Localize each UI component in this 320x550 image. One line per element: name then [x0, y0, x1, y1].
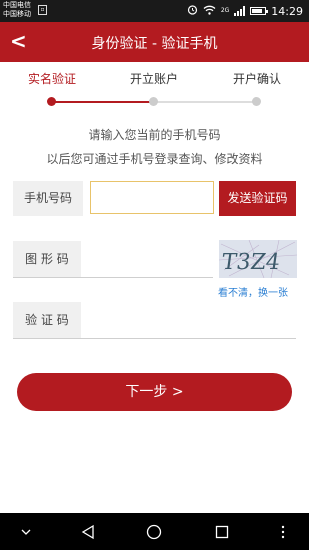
title-bar: < 身份验证 - 验证手机	[0, 22, 309, 62]
clock: 14:29	[271, 4, 303, 18]
nav-down-icon[interactable]	[14, 513, 38, 550]
captcha-label: 图 形 码	[13, 241, 81, 277]
send-code-button[interactable]: 发送验证码	[219, 181, 296, 216]
phone-label: 手机号码	[13, 181, 83, 216]
code-input-underline[interactable]	[13, 338, 296, 339]
step-label-1: 实名验证	[27, 72, 76, 86]
carrier-labels: 中国电信 中国移动	[3, 1, 31, 19]
nav-recents-icon[interactable]	[210, 513, 234, 550]
nav-home-icon[interactable]	[142, 513, 166, 550]
nav-menu-icon[interactable]	[276, 513, 290, 550]
refresh-captcha-link[interactable]: 看不清，换一张	[218, 284, 288, 299]
phone-input[interactable]	[90, 181, 214, 214]
status-icons: 2G 14:29	[187, 3, 303, 19]
nav-back-icon[interactable]	[76, 513, 100, 550]
step-dot-1	[47, 97, 56, 106]
next-step-button[interactable]: 下一步 >	[17, 373, 292, 411]
step-dot-2	[149, 97, 158, 106]
step-progress-line-1	[55, 101, 152, 103]
hint-line-2: 以后您可通过手机号登录查询、修改资料	[46, 152, 263, 166]
wifi-icon	[203, 5, 216, 18]
carrier-2: 中国移动	[3, 10, 31, 18]
carrier-1: 中国电信	[3, 1, 31, 9]
code-label: 验 证 码	[13, 302, 81, 338]
sim-icon: ▫	[38, 5, 47, 15]
hint-line-1: 请输入您当前的手机号码	[88, 128, 221, 142]
page-title: 身份验证 - 验证手机	[91, 36, 218, 52]
signal-icon	[234, 6, 246, 16]
step-dot-3	[252, 97, 261, 106]
captcha-text: T3Z4	[220, 249, 282, 275]
battery-icon	[250, 7, 269, 15]
status-bar: 中国电信 中国移动 ▫ 2G 14:29	[0, 0, 309, 22]
alarm-icon	[187, 4, 198, 18]
step-progress-line-2	[156, 101, 253, 103]
captcha-input-underline[interactable]	[13, 277, 213, 278]
network-type: 2G	[220, 7, 230, 14]
captcha-image[interactable]: T3Z4	[219, 240, 297, 278]
step-label-3: 开户确认	[232, 72, 281, 86]
step-label-2: 开立账户	[129, 72, 178, 86]
system-nav-bar	[0, 513, 309, 550]
